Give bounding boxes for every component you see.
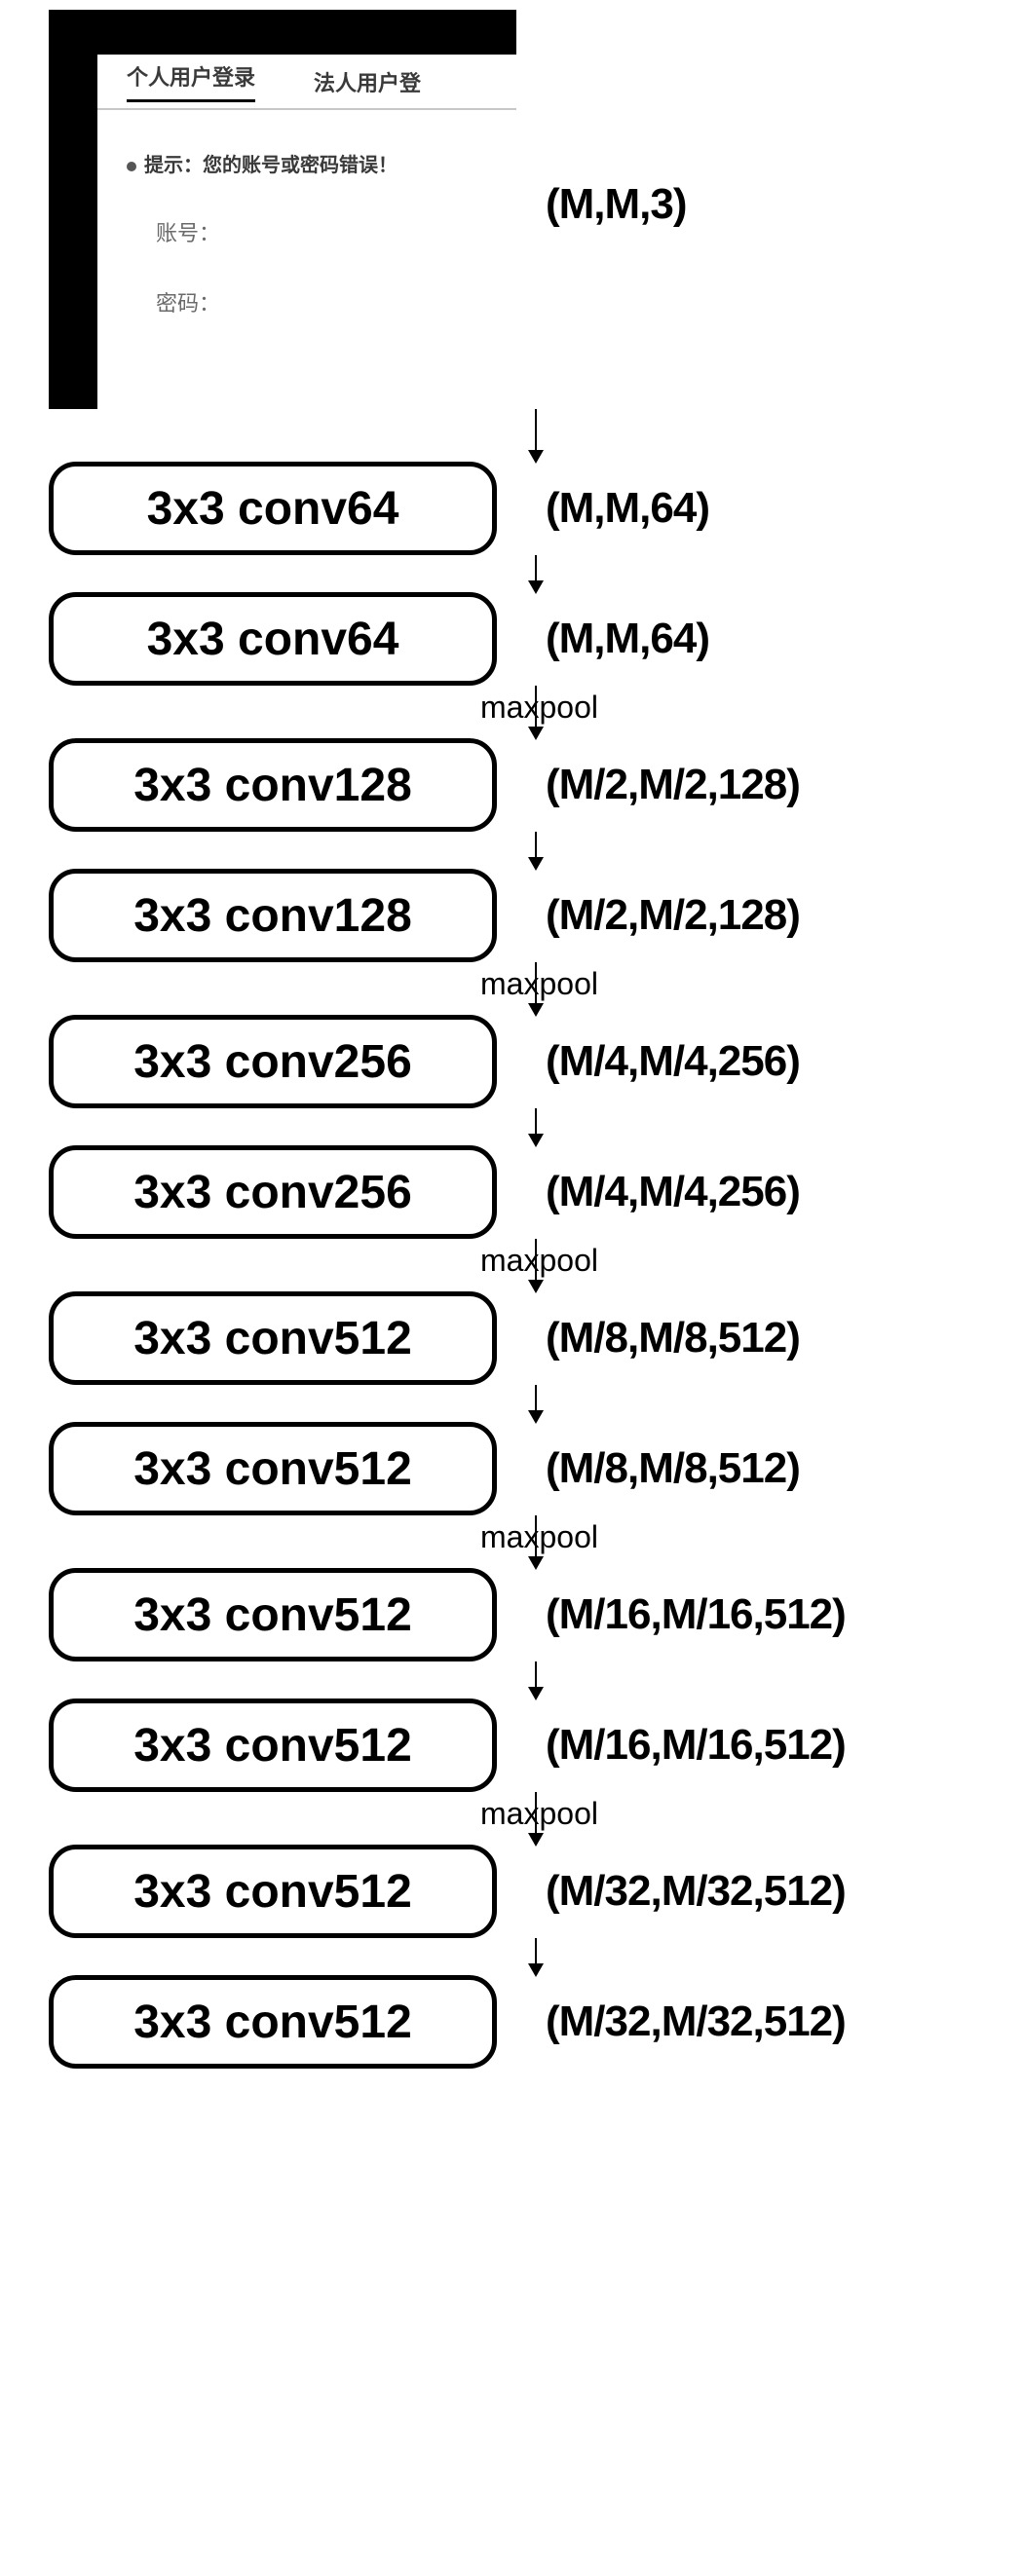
maxpool-label: maxpool xyxy=(442,966,637,1002)
tab-corp: 法人用户登 xyxy=(314,66,421,97)
cnn-diagram: 个人用户登录 法人用户登 提示：您的账号或密码错误！ 账号： 密码： (M,M,… xyxy=(0,0,1022,2069)
conv-block-11: 3x3 conv512 xyxy=(49,1975,497,2069)
shape-input: (M,M,3) xyxy=(546,180,1003,229)
conv-block-10: 3x3 conv512 xyxy=(49,1845,497,1938)
arrow-down xyxy=(535,555,537,592)
arrow-down xyxy=(535,409,537,462)
conv-block-4: 3x3 conv256 xyxy=(49,1015,497,1108)
shape-l2: (M/2,M/2,128) xyxy=(546,761,1003,809)
arrow-maxpool: maxpool xyxy=(535,962,537,1015)
login-line-2: 密码： xyxy=(156,286,516,317)
shape-l10: (M/32,M/32,512) xyxy=(546,1867,1003,1916)
maxpool-label: maxpool xyxy=(442,1519,637,1555)
arrow-down xyxy=(535,1661,537,1699)
conv-block-6: 3x3 conv512 xyxy=(49,1291,497,1385)
shape-l0: (M,M,64) xyxy=(546,484,1003,533)
shape-l4: (M/4,M/4,256) xyxy=(546,1037,1003,1086)
input-screenshot: 个人用户登录 法人用户登 提示：您的账号或密码错误！ 账号： 密码： xyxy=(49,10,516,409)
shape-l1: (M,M,64) xyxy=(546,615,1003,663)
conv-block-9: 3x3 conv512 xyxy=(49,1699,497,1792)
conv-block-0: 3x3 conv64 xyxy=(49,462,497,555)
conv-block-7: 3x3 conv512 xyxy=(49,1422,497,1515)
login-warning: 提示：您的账号或密码错误！ xyxy=(127,149,516,177)
shape-l5: (M/4,M/4,256) xyxy=(546,1168,1003,1216)
maxpool-label: maxpool xyxy=(442,1243,637,1279)
login-line-1: 账号： xyxy=(156,216,516,247)
conv-block-2: 3x3 conv128 xyxy=(49,738,497,832)
conv-block-8: 3x3 conv512 xyxy=(49,1568,497,1661)
arrow-maxpool: maxpool xyxy=(535,1239,537,1291)
arrow-maxpool: maxpool xyxy=(535,1515,537,1568)
arrow-down xyxy=(535,1938,537,1975)
shape-l3: (M/2,M/2,128) xyxy=(546,891,1003,940)
login-tabs: 个人用户登录 法人用户登 xyxy=(97,55,516,110)
arrow-maxpool: maxpool xyxy=(535,686,537,738)
arrow-down xyxy=(535,1108,537,1145)
maxpool-label: maxpool xyxy=(442,690,637,726)
shape-l11: (M/32,M/32,512) xyxy=(546,1997,1003,2046)
arrow-down xyxy=(535,832,537,869)
tab-personal: 个人用户登录 xyxy=(127,60,255,102)
arrow-down xyxy=(535,1385,537,1422)
conv-block-1: 3x3 conv64 xyxy=(49,592,497,686)
maxpool-label: maxpool xyxy=(442,1796,637,1832)
conv-block-3: 3x3 conv128 xyxy=(49,869,497,962)
conv-block-5: 3x3 conv256 xyxy=(49,1145,497,1239)
shape-l7: (M/8,M/8,512) xyxy=(546,1444,1003,1493)
shape-l8: (M/16,M/16,512) xyxy=(546,1590,1003,1639)
arrow-maxpool: maxpool xyxy=(535,1792,537,1845)
shape-l6: (M/8,M/8,512) xyxy=(546,1314,1003,1363)
shape-l9: (M/16,M/16,512) xyxy=(546,1721,1003,1770)
